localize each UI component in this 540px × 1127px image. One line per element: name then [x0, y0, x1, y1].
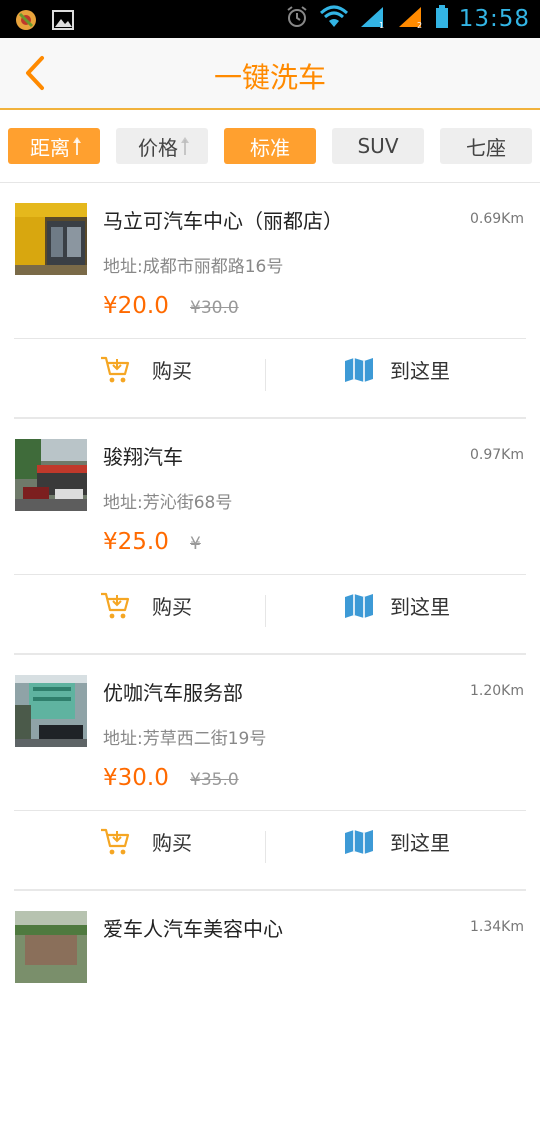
sort-arrow-icon — [73, 137, 81, 155]
shop-actions: 购买 到这里 — [0, 811, 540, 881]
map-icon — [345, 357, 373, 382]
app-header: 一键洗车 — [0, 38, 540, 110]
buy-button[interactable]: 购买 — [100, 827, 192, 856]
action-separator — [265, 831, 266, 863]
shop-address: 地址:芳草西二街19号 — [103, 729, 267, 749]
signal-1-icon: 1 — [359, 5, 387, 33]
shop-actions: 购买 到这里 — [0, 575, 540, 645]
shop-name: 爱车人汽车美容中心 — [103, 917, 283, 941]
image-notification-icon — [52, 10, 74, 34]
navigate-label: 到这里 — [390, 595, 450, 619]
buy-label: 购买 — [152, 831, 192, 855]
clock: 13:58 — [458, 6, 530, 32]
cart-icon — [101, 356, 130, 382]
shop-thumbnail — [15, 203, 87, 275]
shop-name: 马立可汽车中心（丽都店） — [103, 209, 343, 233]
navigate-label: 到这里 — [390, 831, 450, 855]
shop-distance: 1.20Km — [470, 683, 524, 699]
shop-thumbnail — [15, 439, 87, 511]
buy-label: 购买 — [152, 359, 192, 383]
shop-price: ¥30.0 — [103, 765, 169, 791]
app-notification-icon — [14, 8, 38, 36]
filter-label: 价格 — [138, 135, 178, 160]
cart-icon — [101, 828, 130, 854]
svg-text:1: 1 — [379, 21, 384, 29]
shop-distance: 0.97Km — [470, 447, 524, 463]
page-title: 一键洗车 — [213, 61, 326, 94]
status-bar: 1 2 13:58 — [0, 0, 540, 38]
buy-label: 购买 — [152, 595, 192, 619]
cart-icon — [101, 592, 130, 618]
shop-card[interactable]: 马立可汽车中心（丽都店） 0.69Km 地址:成都市丽都路16号 ¥20.0 ¥… — [0, 183, 540, 419]
shop-original-price: ¥35.0 — [190, 770, 239, 790]
filter-standard[interactable]: 标准 — [224, 128, 316, 164]
filter-label: 距离 — [30, 135, 70, 160]
filter-label: 标准 — [250, 135, 290, 160]
filter-suv[interactable]: SUV — [332, 128, 424, 164]
navigate-button[interactable]: 到这里 — [344, 355, 450, 384]
filter-label: SUV — [357, 134, 399, 158]
shop-price: ¥20.0 — [103, 293, 169, 319]
sort-arrow-icon — [181, 137, 189, 155]
shop-original-price: ¥30.0 — [190, 298, 239, 318]
shop-card[interactable]: 优咖汽车服务部 1.20Km 地址:芳草西二街19号 ¥30.0 ¥35.0 购… — [0, 655, 540, 891]
shop-list: 马立可汽车中心（丽都店） 0.69Km 地址:成都市丽都路16号 ¥20.0 ¥… — [0, 183, 540, 1127]
map-icon — [345, 593, 373, 618]
signal-2-icon: 2 — [397, 5, 425, 33]
shop-thumbnail — [15, 911, 87, 983]
battery-icon — [435, 5, 449, 33]
filter-price[interactable]: 价格 — [116, 128, 208, 164]
buy-button[interactable]: 购买 — [100, 355, 192, 384]
shop-card[interactable]: 骏翔汽车 0.97Km 地址:芳沁街68号 ¥25.0 ¥ 购买 到这里 — [0, 419, 540, 655]
shop-actions: 购买 到这里 — [0, 339, 540, 409]
svg-text:2: 2 — [417, 21, 422, 29]
wifi-icon — [319, 5, 349, 33]
shop-price: ¥25.0 — [103, 529, 169, 555]
shop-name: 骏翔汽车 — [103, 445, 183, 469]
shop-card[interactable]: 爱车人汽车美容中心 1.34Km — [0, 891, 540, 1127]
filter-label: 七座 — [466, 135, 506, 160]
alarm-icon — [285, 5, 309, 33]
navigate-button[interactable]: 到这里 — [344, 827, 450, 856]
action-separator — [265, 359, 266, 391]
shop-name: 优咖汽车服务部 — [103, 681, 243, 705]
filter-seven-seat[interactable]: 七座 — [440, 128, 532, 164]
navigate-button[interactable]: 到这里 — [344, 591, 450, 620]
filter-bar: 距离 价格 标准 SUV 七座 — [0, 110, 540, 183]
action-separator — [265, 595, 266, 627]
filter-distance[interactable]: 距离 — [8, 128, 100, 164]
shop-original-price: ¥ — [190, 534, 201, 554]
shop-address: 地址:芳沁街68号 — [103, 493, 233, 513]
navigate-label: 到这里 — [390, 359, 450, 383]
shop-thumbnail — [15, 675, 87, 747]
buy-button[interactable]: 购买 — [100, 591, 192, 620]
shop-address: 地址:成都市丽都路16号 — [103, 257, 284, 277]
shop-distance: 0.69Km — [470, 211, 524, 227]
shop-distance: 1.34Km — [470, 919, 524, 935]
map-icon — [345, 829, 373, 854]
